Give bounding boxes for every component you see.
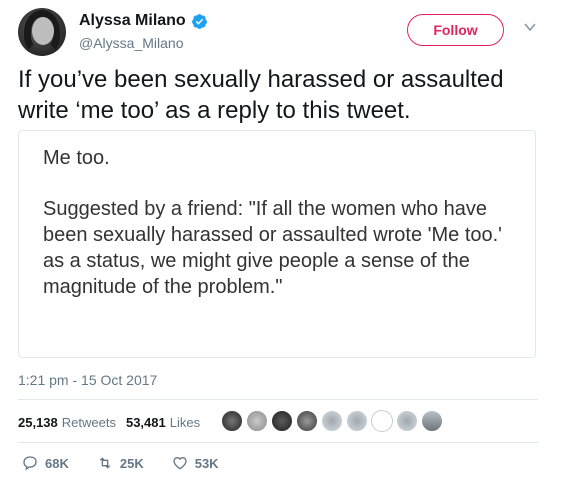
avatar[interactable] xyxy=(18,8,66,56)
divider xyxy=(18,399,538,400)
quote-line-1: Me too. xyxy=(43,147,110,169)
display-name[interactable]: Alyssa Milano xyxy=(79,12,186,30)
engagement-stats: 25,138 Retweets 53,481 Likes xyxy=(18,410,210,434)
tweet-text: If you’ve been sexually harassed or assa… xyxy=(18,66,504,124)
liker-avatar[interactable] xyxy=(271,410,293,432)
name-line: Alyssa Milano xyxy=(79,12,208,30)
chevron-down-icon[interactable] xyxy=(523,20,537,34)
follow-button[interactable]: Follow xyxy=(407,14,504,46)
liker-avatar[interactable] xyxy=(371,410,393,432)
tweet-header: Alyssa Milano @Alyssa_Milano Follow xyxy=(18,8,548,58)
liker-avatar[interactable] xyxy=(296,410,318,432)
liker-avatar[interactable] xyxy=(221,410,243,432)
liker-avatar[interactable] xyxy=(421,410,443,432)
reply-count: 68K xyxy=(45,455,69,471)
retweet-count: 25K xyxy=(119,455,144,471)
retweet-icon xyxy=(99,457,110,469)
liker-avatar[interactable] xyxy=(321,410,343,432)
quote-content: Me too. Suggested by a friend: "If all t… xyxy=(43,145,523,300)
retweet-button[interactable]: 25K xyxy=(97,455,144,471)
reply-icon xyxy=(23,456,37,471)
liker-avatar[interactable] xyxy=(346,410,368,432)
reply-button[interactable]: 68K xyxy=(22,455,69,471)
tweet-actions: 68K 25K 53K xyxy=(22,455,247,471)
liker-avatar[interactable] xyxy=(396,410,418,432)
liker-avatars xyxy=(221,410,446,432)
divider xyxy=(18,442,538,443)
like-button[interactable]: 53K xyxy=(172,455,219,471)
liker-avatar[interactable] xyxy=(246,410,268,432)
quote-card: Me too. Suggested by a friend: "If all t… xyxy=(18,130,536,358)
heart-icon xyxy=(173,456,187,470)
retweets-count[interactable]: 25,138 xyxy=(18,415,58,430)
timestamp[interactable]: 1:21 pm - 15 Oct 2017 xyxy=(18,372,157,388)
handle[interactable]: @Alyssa_Milano xyxy=(79,35,183,51)
like-count: 53K xyxy=(194,455,219,471)
retweets-label[interactable]: Retweets xyxy=(62,415,116,430)
quote-paragraph: Suggested by a friend: "If all the women… xyxy=(43,198,503,298)
likes-label[interactable]: Likes xyxy=(170,415,200,430)
verified-badge-icon xyxy=(191,13,207,29)
likes-count[interactable]: 53,481 xyxy=(126,415,166,430)
